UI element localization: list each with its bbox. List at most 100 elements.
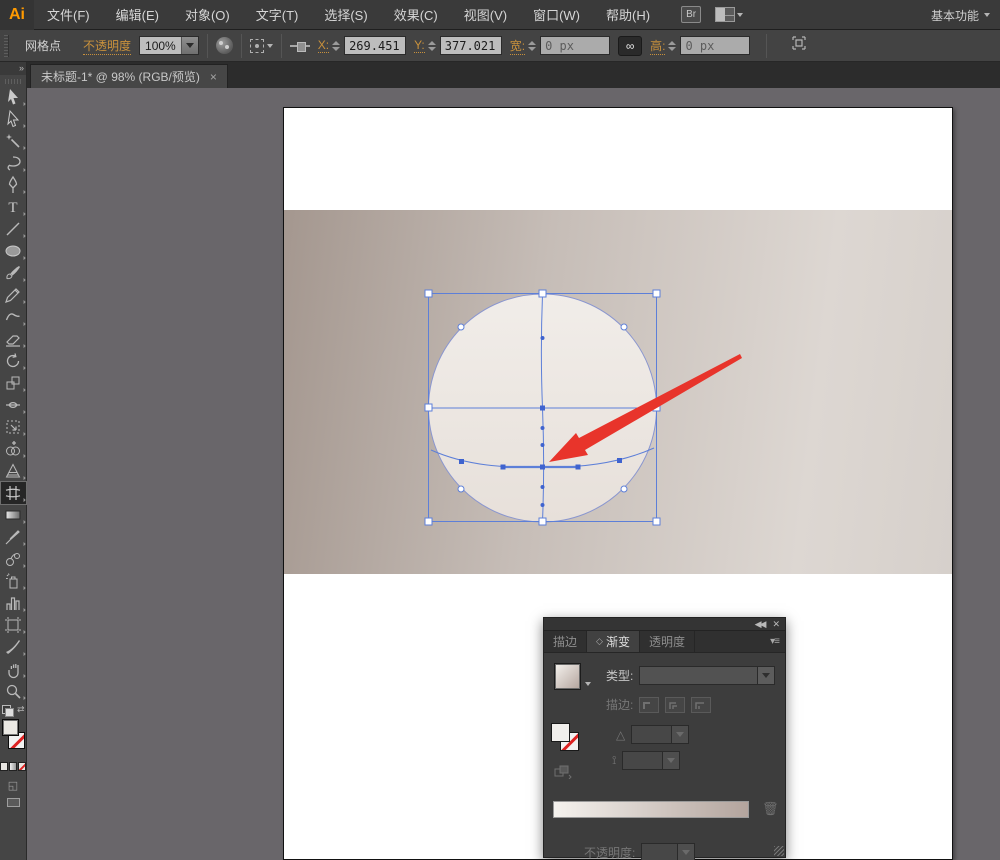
artboard-tool[interactable] [1,614,26,636]
stroke-within-icon[interactable] [639,696,660,713]
recolor-artwork-icon[interactable] [215,37,233,54]
screen-mode-icon[interactable] [6,798,20,807]
hand-tool[interactable] [1,658,26,680]
panel-menu-icon[interactable]: ▾≡ [770,636,780,647]
eyedropper-tool[interactable] [1,526,26,548]
fill-stroke-proxy[interactable] [551,723,585,757]
stroke-along-icon[interactable] [665,696,686,713]
shape-builder-tool-icon [6,441,20,456]
eraser-tool[interactable] [1,328,26,350]
menu-item-1[interactable]: 编辑(E) [103,0,172,29]
menu-item-7[interactable]: 窗口(W) [520,0,593,29]
gradient-type-dropdown[interactable] [639,666,776,685]
x-label[interactable]: X: [317,38,330,53]
shape-builder-tool[interactable] [1,438,26,460]
color-mode-button[interactable] [0,762,8,771]
type-tool-icon: T [8,200,17,216]
reverse-gradient-icon[interactable] [554,765,572,782]
perspective-grid-tool[interactable] [1,460,26,482]
lasso-tool[interactable] [1,152,26,174]
panel-tab-gradient[interactable]: ◇ 渐变 [587,631,640,652]
isolate-object-icon[interactable] [289,41,310,52]
transform-icon[interactable] [791,35,807,56]
gradient-mode-button[interactable] [9,762,17,771]
menu-item-3[interactable]: 文字(T) [243,0,312,29]
magic-wand-tool[interactable] [1,130,26,152]
pencil-tool[interactable] [1,284,26,306]
collapse-panel-icon[interactable]: » [0,62,26,75]
x-input[interactable]: 269.451 [344,36,407,55]
blend-tool[interactable] [1,548,26,570]
context-label: 网格点 [25,39,62,53]
height-stepper[interactable] [668,40,677,51]
paintbrush-tool[interactable] [1,262,26,284]
document-tab[interactable]: 未标题-1* @ 98% (RGB/预览) × [30,64,228,88]
arrange-documents-icon[interactable] [715,7,744,22]
selection-tool[interactable] [1,86,26,108]
rotate-tool[interactable] [1,350,26,372]
menu-item-6[interactable]: 视图(V) [451,0,520,29]
y-stepper[interactable] [427,40,436,51]
chevron-down-icon [185,43,194,48]
bridge-button[interactable]: Br [681,6,702,23]
shaper-tool[interactable] [1,306,26,328]
default-fill-stroke-icon[interactable] [1,705,14,717]
constrain-proportions-icon[interactable]: ∞ [618,35,643,56]
opacity-dropdown[interactable]: 100% [139,36,199,55]
y-input[interactable]: 377.021 [439,36,502,55]
swap-fill-stroke-icon[interactable]: ⇄ [17,704,25,715]
fill-swatch[interactable] [1,719,19,736]
width-tool[interactable] [1,394,26,416]
app-logo[interactable]: Ai [0,0,34,30]
type-tool[interactable]: T [1,196,26,218]
close-icon[interactable]: × [210,70,217,84]
panel-tab-stroke[interactable]: 描边 [544,631,588,652]
stroke-across-icon[interactable] [691,696,712,713]
mesh-tool[interactable] [0,481,27,505]
menu-item-4[interactable]: 选择(S) [311,0,380,29]
canvas-area[interactable] [27,88,1000,860]
fill-proxy-swatch[interactable] [551,723,570,742]
width-stepper[interactable] [528,40,537,51]
stop-opacity-dropdown[interactable] [641,843,696,860]
workspace-switcher[interactable]: 基本功能 [931,0,990,30]
scale-tool[interactable] [1,372,26,394]
chevron-down-icon [667,758,676,763]
pen-tool[interactable] [1,174,26,196]
column-graph-tool[interactable] [1,592,26,614]
width-input[interactable]: 0 px [540,36,611,55]
tools-panel-grip[interactable] [4,79,22,84]
zoom-tool[interactable] [1,680,26,702]
height-label[interactable]: 高: [650,37,666,55]
gradient-tool[interactable] [1,504,26,526]
gradient-slider[interactable] [553,801,749,818]
width-label[interactable]: 宽: [509,37,526,55]
height-input[interactable]: 0 px [680,36,751,55]
direct-selection-tool[interactable] [1,108,26,130]
menu-item-2[interactable]: 对象(O) [172,0,243,29]
collapse-icon[interactable]: ◀◀ [755,619,767,630]
symbol-sprayer-tool[interactable] [1,570,26,592]
ellipse-tool[interactable] [1,240,26,262]
chevron-down-icon[interactable] [585,682,591,686]
panel-resize-grip[interactable] [774,846,784,856]
select-similar-control[interactable] [249,38,273,53]
menu-item-0[interactable]: 文件(F) [34,0,103,29]
opacity-link[interactable]: 不透明度 [83,37,132,55]
menu-item-8[interactable]: 帮助(H) [593,0,663,29]
gradient-thumbnail[interactable] [554,663,581,690]
slice-tool[interactable] [1,636,26,658]
free-transform-tool[interactable] [1,416,26,438]
none-mode-button[interactable] [18,762,26,771]
panel-tab-transparency[interactable]: 透明度 [640,631,695,652]
delete-stop-icon[interactable]: 🗑 [762,801,779,817]
aspect-ratio-dropdown[interactable] [622,751,681,770]
panel-grip[interactable] [4,34,9,57]
line-segment-tool[interactable] [1,218,26,240]
menu-item-5[interactable]: 效果(C) [381,0,451,29]
close-icon[interactable]: ✕ [772,619,780,630]
x-stepper[interactable] [332,40,341,51]
y-label[interactable]: Y: [414,38,425,53]
angle-dropdown[interactable] [631,725,690,744]
drawing-mode-icon[interactable]: ◱ [8,779,18,792]
